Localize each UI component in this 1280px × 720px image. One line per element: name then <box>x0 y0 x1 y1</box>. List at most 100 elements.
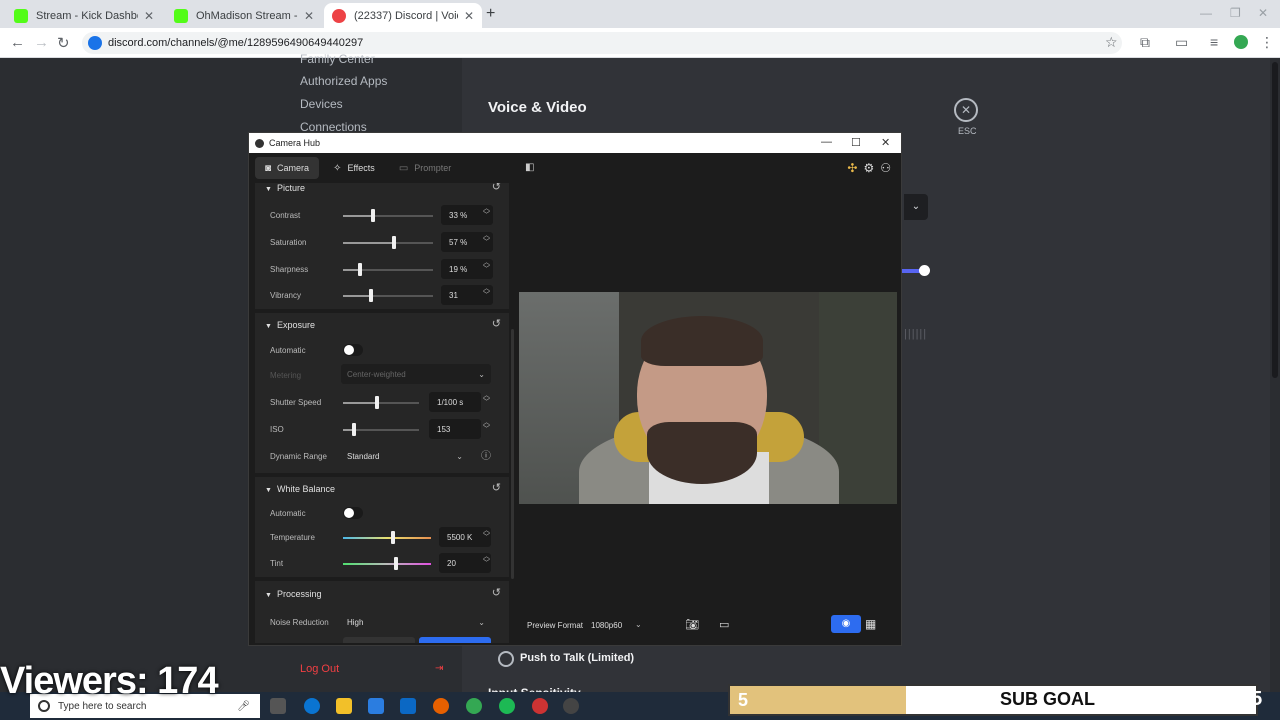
saturation-slider[interactable] <box>343 236 433 249</box>
forward-icon[interactable]: → <box>34 34 49 51</box>
extensions-icon[interactable]: ⧉ <box>1140 34 1150 51</box>
temperature-slider[interactable] <box>343 531 431 544</box>
shutter-speed-slider[interactable] <box>343 396 419 409</box>
close-tab-icon[interactable]: ✕ <box>304 9 314 23</box>
apps-icon[interactable]: ✣ <box>847 161 857 175</box>
edge-icon[interactable] <box>304 698 320 714</box>
processing-section-header[interactable]: ▼ Processing <box>265 589 321 599</box>
hub-close-icon[interactable]: ✕ <box>881 136 890 149</box>
picture-section-header[interactable]: ▼ Picture <box>265 183 305 193</box>
microphone-icon[interactable]: 🎤︎ <box>237 701 250 712</box>
contrast-slider[interactable] <box>343 209 433 222</box>
vibrancy-slider-knob[interactable] <box>368 289 373 302</box>
sharpness-slider-knob[interactable] <box>358 263 363 276</box>
vibrancy-slider[interactable] <box>343 289 433 302</box>
contrast-stepper-icon[interactable]: ︿ ﹀ <box>483 205 490 219</box>
account-icon[interactable]: ⚇ <box>880 161 891 175</box>
hub-maximize-icon[interactable]: ☐ <box>851 136 861 149</box>
tab-kick-dashboard[interactable]: Stream - Kick Dashboard ✕ <box>6 3 162 28</box>
saturation-slider-knob[interactable] <box>392 236 397 249</box>
preview-format-dropdown[interactable]: 1080p60 <box>591 621 622 630</box>
tint-slider-knob[interactable] <box>393 557 398 570</box>
preview-visibility-eye-icon[interactable]: ◉ <box>831 615 861 633</box>
temperature-slider-knob[interactable] <box>391 531 396 544</box>
folder-icon[interactable]: ▭ <box>719 618 729 631</box>
tint-stepper-icon[interactable]: ︿ ﹀ <box>483 553 490 567</box>
file-explorer-icon[interactable] <box>336 698 352 714</box>
dynamic-range-dropdown[interactable]: Standard ⌄ <box>341 446 469 466</box>
reset-white-balance-icon[interactable]: ↺ <box>492 481 501 494</box>
sidebar-item-devices[interactable]: Devices <box>300 97 343 111</box>
close-window-icon[interactable]: ✕ <box>1258 6 1268 20</box>
task-view-icon[interactable] <box>270 698 286 714</box>
reset-picture-icon[interactable]: ↺ <box>492 183 501 193</box>
tint-slider[interactable] <box>343 557 431 570</box>
primary-button-peek[interactable] <box>419 637 491 643</box>
shutter-speed-slider-knob[interactable] <box>375 396 380 409</box>
minimize-icon[interactable]: — <box>1200 6 1212 20</box>
secondary-button-peek[interactable] <box>343 637 415 643</box>
cast-icon[interactable]: ▭ <box>1175 34 1188 51</box>
push-to-talk-radio[interactable] <box>498 651 514 667</box>
new-tab-icon[interactable]: + <box>486 5 495 23</box>
snapshot-camera-icon[interactable]: 📷︎ <box>685 618 699 631</box>
camera-hub-titlebar[interactable]: Camera Hub — ☐ ✕ <box>249 133 901 153</box>
url-field[interactable]: discord.com/channels/@me/128959649064944… <box>82 32 1122 54</box>
grid-overlay-icon[interactable]: ▦ <box>865 617 876 631</box>
contrast-slider-knob[interactable] <box>370 209 375 222</box>
white-balance-section-header[interactable]: ▼ White Balance <box>265 484 335 494</box>
spotify-icon[interactable] <box>499 698 515 714</box>
bookmark-star-icon[interactable]: ☆ <box>1105 34 1118 51</box>
exposure-section-header[interactable]: ▼ Exposure <box>265 320 315 330</box>
settings-gear-icon[interactable]: ⚙ <box>863 161 874 175</box>
shutter-speed-stepper-icon[interactable]: ︿ ﹀ <box>483 392 490 406</box>
panel-scrollbar[interactable] <box>511 329 514 579</box>
toggle-panel-icon[interactable]: ◧ <box>525 162 534 173</box>
taskbar-clock[interactable]: 8:02 AM 11/10/2025 <box>1198 694 1237 714</box>
tab-ohmadison-stream[interactable]: OhMadison Stream - Watch Li ✕ <box>166 3 322 28</box>
sharpness-slider[interactable] <box>343 263 433 276</box>
noise-reduction-dropdown[interactable]: High ⌄ <box>341 612 491 632</box>
close-tab-icon[interactable]: ✕ <box>464 9 474 23</box>
shutter-speed-value-field[interactable]: 1/100 s <box>429 392 481 412</box>
tab-effects[interactable]: ✧ Effects <box>323 157 385 179</box>
iso-slider-knob[interactable] <box>351 423 356 436</box>
volume-slider-knob[interactable] <box>919 265 930 276</box>
exposure-automatic-toggle[interactable] <box>343 344 363 356</box>
vibrancy-stepper-icon[interactable]: ︿ ﹀ <box>483 285 490 299</box>
temperature-stepper-icon[interactable]: ︿ ﹀ <box>483 527 490 541</box>
obs-icon[interactable] <box>532 698 548 714</box>
wb-automatic-toggle[interactable] <box>343 507 363 519</box>
site-info-icon[interactable] <box>88 36 102 50</box>
sidebar-item-authorized-apps[interactable]: Authorized Apps <box>300 74 387 88</box>
close-tab-icon[interactable]: ✕ <box>144 9 154 23</box>
metering-dropdown[interactable]: Center-weighted ⌄ <box>341 364 491 384</box>
hub-minimize-icon[interactable]: — <box>821 136 832 148</box>
camera-hub-taskbar-icon[interactable] <box>563 698 579 714</box>
back-icon[interactable]: ← <box>10 34 25 51</box>
maximize-icon[interactable]: ❐ <box>1230 6 1241 20</box>
tab-camera[interactable]: ◙ Camera <box>255 157 320 179</box>
sharpness-stepper-icon[interactable]: ︿ ﹀ <box>483 259 490 273</box>
logout-button[interactable]: Log Out <box>300 663 339 675</box>
firefox-icon[interactable] <box>433 698 449 714</box>
reset-exposure-icon[interactable]: ↺ <box>492 317 501 330</box>
device-dropdown-chevron-icon[interactable]: ⌄ <box>904 194 928 220</box>
reset-processing-icon[interactable]: ↺ <box>492 586 501 599</box>
saturation-stepper-icon[interactable]: ︿ ﹀ <box>483 232 490 246</box>
tab-prompter[interactable]: ▭ Prompter <box>389 157 461 179</box>
store-icon[interactable] <box>368 698 384 714</box>
info-icon[interactable]: ⓘ <box>481 447 491 462</box>
reload-icon[interactable]: ↻ <box>57 34 70 52</box>
tab-discord[interactable]: (22337) Discord | Voice & V ✕ <box>324 3 482 28</box>
sidebar-item-family-center[interactable]: Family Center <box>300 52 375 66</box>
close-settings-button[interactable]: ✕ <box>954 98 978 122</box>
iso-slider[interactable] <box>343 423 419 436</box>
chrome-icon[interactable] <box>466 698 482 714</box>
profile-avatar[interactable] <box>1234 35 1248 49</box>
system-tray-icons[interactable]: ⚲ ︿ ◀)) ▭ <box>1130 700 1179 715</box>
mail-icon[interactable] <box>400 698 416 714</box>
media-icon[interactable]: ≡ <box>1210 34 1218 50</box>
iso-value-field[interactable]: 153 <box>429 419 481 439</box>
iso-stepper-icon[interactable]: ︿ ﹀ <box>483 419 490 433</box>
